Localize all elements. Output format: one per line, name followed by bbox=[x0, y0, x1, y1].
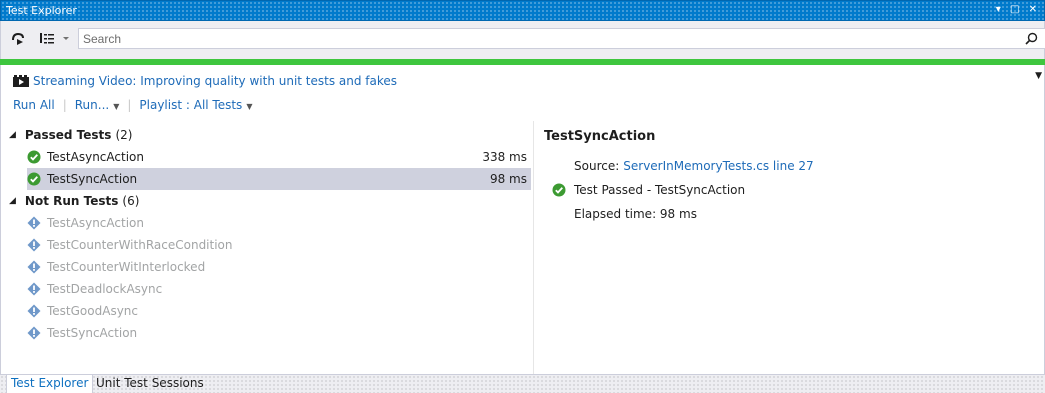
test-row-testsyncaction-passed[interactable]: TestSyncAction 98 ms bbox=[27, 168, 531, 190]
test-row-not-run[interactable]: TestCounterWithRaceCondition bbox=[27, 234, 531, 256]
group-count: (2) bbox=[115, 128, 133, 142]
not-run-icon bbox=[27, 260, 41, 274]
playlist-menu-button[interactable]: Playlist : All Tests ▼ bbox=[139, 98, 252, 112]
overflow-chevron-icon[interactable]: ▼ bbox=[1035, 71, 1042, 81]
test-row-not-run[interactable]: TestSyncAction bbox=[27, 322, 531, 344]
group-by-icon[interactable] bbox=[39, 30, 55, 46]
group-name: Not Run Tests bbox=[24, 194, 119, 208]
search-icon[interactable] bbox=[1025, 32, 1038, 45]
not-run-icon bbox=[27, 216, 41, 230]
not-run-icon bbox=[27, 282, 41, 296]
streaming-video-link[interactable]: Streaming Video: Improving quality with … bbox=[13, 73, 397, 89]
chevron-down-icon: ▼ bbox=[246, 102, 253, 111]
elapsed-time: Elapsed time: 98 ms bbox=[574, 207, 697, 221]
source-file-link[interactable]: ServerInMemoryTests.cs line 27 bbox=[623, 159, 813, 173]
collapse-triangle-icon[interactable]: ◢ bbox=[9, 130, 16, 140]
group-passed-tests[interactable]: ◢ Passed Tests (2) bbox=[9, 124, 132, 146]
test-name: TestDeadlockAsync bbox=[47, 282, 163, 296]
pane-splitter[interactable] bbox=[533, 121, 534, 374]
passed-check-icon bbox=[552, 183, 566, 197]
run-menu-label: Run... bbox=[74, 98, 110, 112]
test-name: TestAsyncAction bbox=[47, 150, 144, 164]
window-title: Test Explorer bbox=[6, 4, 77, 17]
test-row-not-run[interactable]: TestGoodAsync bbox=[27, 300, 531, 322]
test-duration: 338 ms bbox=[482, 150, 527, 164]
passed-check-icon bbox=[27, 172, 41, 186]
test-row-not-run[interactable]: TestDeadlockAsync bbox=[27, 278, 531, 300]
not-run-icon bbox=[27, 326, 41, 340]
test-name: TestAsyncAction bbox=[47, 216, 144, 230]
details-source: Source: ServerInMemoryTests.cs line 27 bbox=[574, 159, 814, 173]
details-title: TestSyncAction bbox=[544, 129, 656, 144]
title-bar: Test Explorer ▾ □ ✕ bbox=[0, 0, 1045, 21]
status-text: Test Passed - TestSyncAction bbox=[574, 183, 746, 197]
not-run-icon bbox=[27, 304, 41, 318]
test-row-not-run[interactable]: TestAsyncAction bbox=[27, 212, 531, 234]
dropdown-chevron-icon[interactable] bbox=[62, 30, 70, 46]
group-name: Passed Tests bbox=[24, 128, 112, 142]
test-row-testasyncaction-passed[interactable]: TestAsyncAction 338 ms bbox=[27, 146, 531, 168]
run-menu-button[interactable]: Run... ▼ bbox=[75, 98, 120, 112]
test-name: TestCounterWithRaceCondition bbox=[47, 238, 233, 252]
tab-unit-test-sessions[interactable]: Unit Test Sessions bbox=[92, 375, 208, 393]
video-icon bbox=[13, 75, 29, 87]
separator: | bbox=[62, 98, 67, 112]
chevron-down-icon: ▼ bbox=[113, 102, 120, 111]
not-run-icon bbox=[27, 238, 41, 252]
test-explorer-panel: Streaming Video: Improving quality with … bbox=[0, 65, 1045, 374]
source-label: Source: bbox=[574, 159, 620, 173]
streaming-video-label: Streaming Video: Improving quality with … bbox=[33, 74, 398, 88]
test-name: TestGoodAsync bbox=[47, 304, 138, 318]
collapse-triangle-icon[interactable]: ◢ bbox=[9, 196, 16, 206]
tab-test-explorer[interactable]: Test Explorer bbox=[6, 375, 94, 393]
window-controls[interactable]: ▾ □ ✕ bbox=[996, 4, 1040, 15]
toolbar bbox=[0, 21, 1045, 59]
search-input[interactable] bbox=[78, 28, 1045, 49]
test-name: TestSyncAction bbox=[47, 172, 138, 186]
test-duration: 98 ms bbox=[489, 172, 527, 186]
separator: | bbox=[127, 98, 132, 112]
test-name: TestSyncAction bbox=[47, 326, 138, 340]
playlist-label: Playlist : All Tests bbox=[139, 98, 243, 112]
group-count: (6) bbox=[122, 194, 140, 208]
passed-check-icon bbox=[27, 150, 41, 164]
test-row-not-run[interactable]: TestCounterWitInterlocked bbox=[27, 256, 531, 278]
details-status: Test Passed - TestSyncAction bbox=[552, 183, 745, 197]
pin-icon[interactable] bbox=[11, 30, 25, 46]
action-bar: Run All | Run... ▼ | Playlist : All Tests… bbox=[13, 98, 252, 112]
bottom-tab-strip: Test Explorer Unit Test Sessions bbox=[0, 374, 1045, 393]
run-all-button[interactable]: Run All bbox=[13, 98, 55, 112]
group-not-run-tests[interactable]: ◢ Not Run Tests (6) bbox=[9, 190, 139, 212]
test-name: TestCounterWitInterlocked bbox=[47, 260, 206, 274]
